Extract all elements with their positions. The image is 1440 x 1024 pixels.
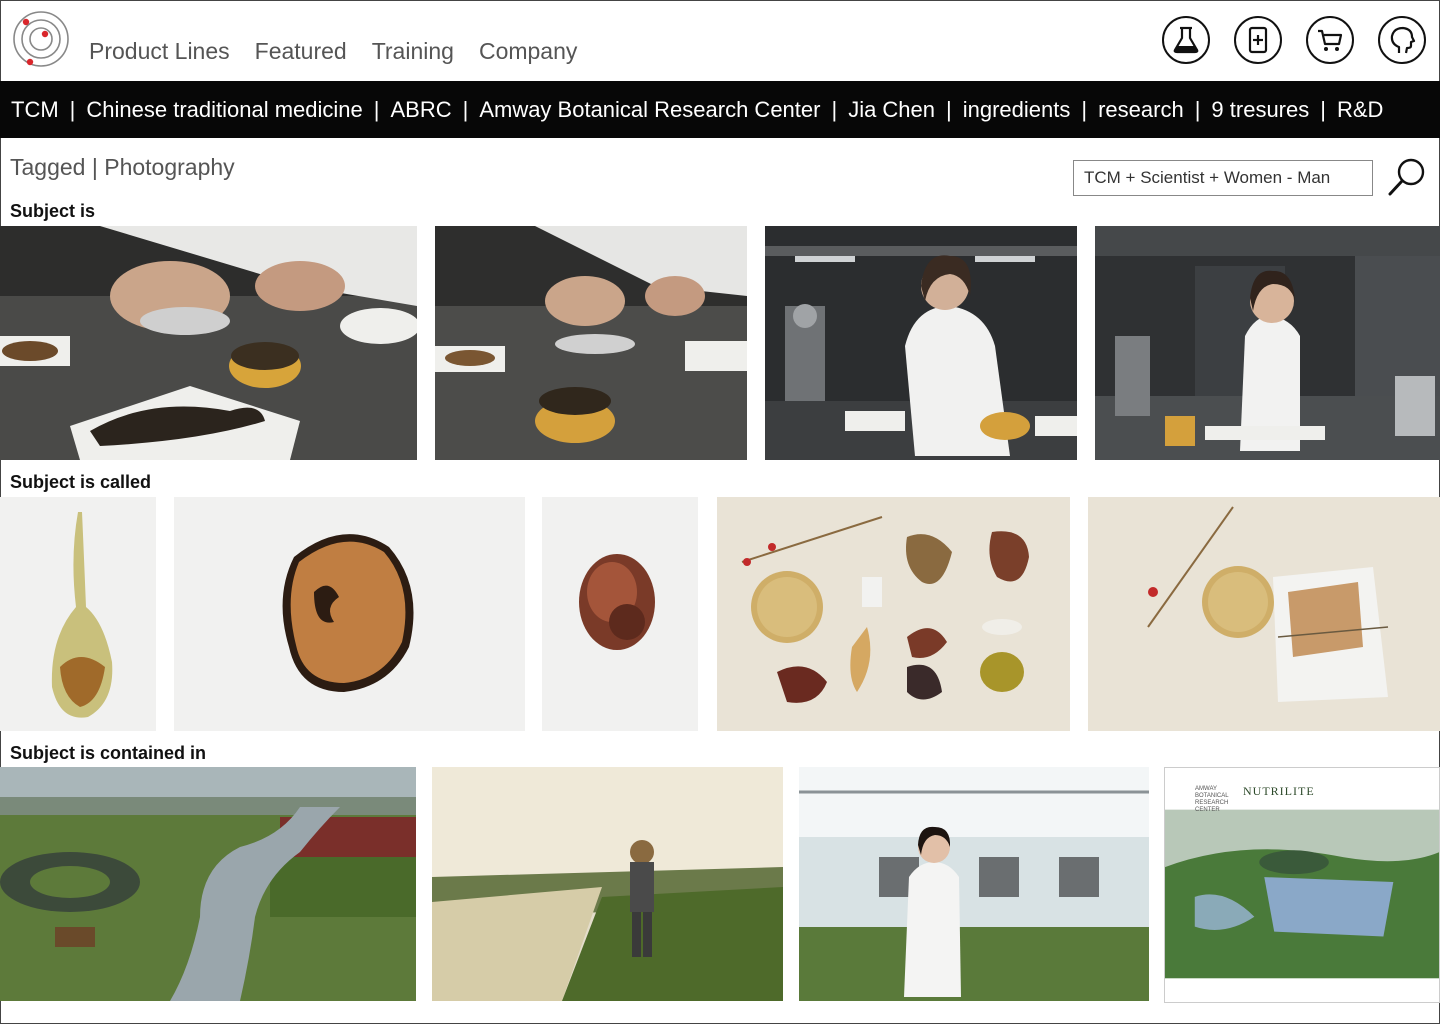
brochure-org-text: AMWAY BOTANICAL RESEARCH CENTER (1195, 786, 1229, 813)
tag-link[interactable]: R&D (1337, 97, 1383, 123)
tagged-heading: Tagged | Photography (10, 154, 235, 181)
tagged-value: Photography (104, 154, 235, 180)
photo-scale-with-package[interactable] (1088, 497, 1440, 731)
photo-aerial-river-farm[interactable] (0, 767, 416, 1001)
search-icon[interactable] (1386, 156, 1428, 198)
tag-separator: | (831, 96, 838, 122)
tag-link[interactable]: ABRC (390, 97, 451, 123)
nav-training[interactable]: Training (372, 38, 454, 65)
photo-farmer-riverbank[interactable] (432, 767, 783, 1001)
tag-link[interactable]: Jia Chen (848, 97, 935, 123)
tag-separator: | (69, 96, 76, 122)
cart-icon[interactable] (1306, 16, 1354, 64)
header-icon-group (1162, 16, 1426, 64)
tag-link[interactable]: TCM (11, 97, 59, 123)
tag-link[interactable]: research (1098, 97, 1184, 123)
flask-icon[interactable] (1162, 16, 1210, 64)
nav-company[interactable]: Company (479, 38, 577, 65)
logo-icon[interactable] (12, 10, 70, 68)
tagged-prefix: Tagged (10, 154, 86, 180)
tag-separator: | (1194, 96, 1201, 122)
tag-link[interactable]: 9 tresures (1211, 97, 1309, 123)
photo-scientist-working[interactable] (765, 226, 1077, 460)
tag-link[interactable]: Chinese traditional medicine (86, 97, 362, 123)
site-header: Product Lines Featured Training Company (0, 0, 1440, 80)
search-input[interactable] (1073, 160, 1373, 196)
photo-lab-herbs-hands-1[interactable] (0, 226, 417, 460)
photo-nine-treasures-flatlay[interactable] (717, 497, 1070, 731)
profile-head-icon[interactable] (1378, 16, 1426, 64)
photo-scientist-portrait[interactable] (1095, 226, 1440, 460)
photo-ingredient-seeds[interactable] (542, 497, 698, 731)
section-label-subject-is: Subject is (10, 201, 96, 221)
tag-separator: | (946, 96, 952, 122)
photo-lab-herbs-hands-2[interactable] (435, 226, 747, 460)
main-nav: Product Lines Featured Training Company (89, 38, 577, 65)
tag-separator: | (373, 96, 380, 122)
section-label-subject-is-contained-in: Subject is contained in (10, 743, 207, 763)
photo-ingredient-mushroom-slice[interactable] (174, 497, 525, 731)
tagged-separator: | (91, 154, 98, 180)
section-label-subject-is-called: Subject is called (10, 472, 152, 492)
tag-link[interactable]: Amway Botanical Research Center (479, 97, 820, 123)
photo-nutrilite-brochure[interactable]: AMWAY BOTANICAL RESEARCH CENTER NUTRILIT… (1164, 767, 1440, 1003)
brochure-brand: NUTRILITE (1243, 784, 1315, 798)
photo-greenhouse-scientist[interactable] (799, 767, 1149, 1001)
tag-separator: | (1320, 96, 1326, 122)
tag-link[interactable]: ingredients (963, 97, 1071, 123)
nav-product-lines[interactable]: Product Lines (89, 38, 230, 65)
tag-separator: | (1081, 96, 1088, 122)
tag-separator: | (462, 96, 469, 122)
add-document-icon[interactable] (1234, 16, 1282, 64)
photo-ingredient-root[interactable] (0, 497, 156, 731)
nav-featured[interactable]: Featured (255, 38, 347, 65)
tag-bar: TCM | Chinese traditional medicine | ABR… (0, 81, 1440, 138)
